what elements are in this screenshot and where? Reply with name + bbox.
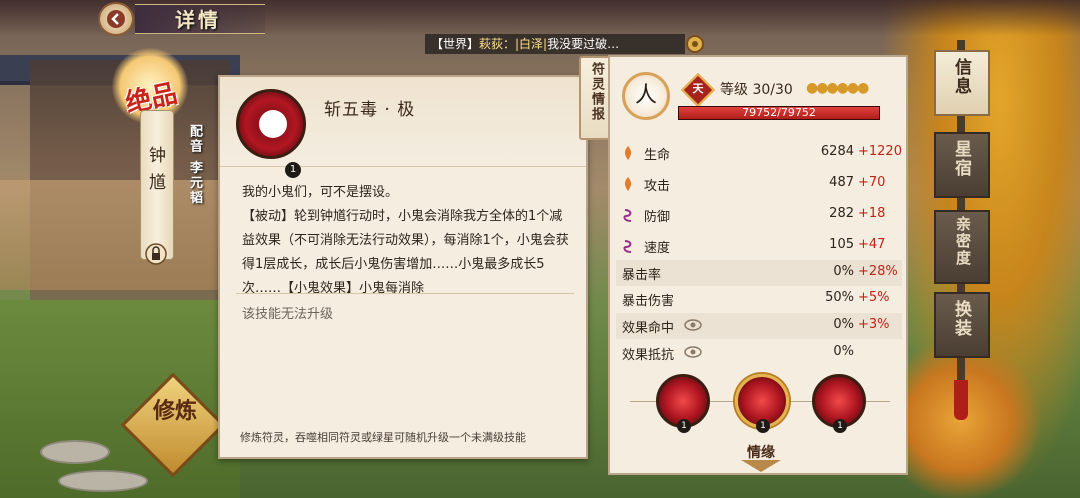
- eye-icon[interactable]: [684, 319, 702, 331]
- eye-icon[interactable]: [684, 346, 702, 358]
- flame-icon: [624, 146, 632, 160]
- stat-row-attack: 攻击 487 +70: [616, 171, 902, 197]
- stat-bonus: +70: [858, 175, 886, 190]
- chat-channel: 【世界】: [431, 37, 480, 51]
- skill-level-badge: 1: [285, 162, 301, 178]
- skill-slot-2[interactable]: 1: [735, 374, 789, 433]
- stat-label: 效果命中: [622, 321, 675, 336]
- stat-row-crit-rate: 暴击率 0% +28%: [616, 260, 902, 286]
- voice-actor: 配音 李元韬: [187, 124, 202, 206]
- hp-text: 79752/79752: [742, 106, 816, 119]
- page-title: 详情: [175, 8, 221, 32]
- stat-label: 防御: [644, 210, 671, 225]
- stat-value: 487: [829, 175, 854, 190]
- back-button[interactable]: [98, 2, 134, 36]
- stepping-stone: [40, 440, 110, 464]
- stat-row-hp: 生命 6284 +1220: [616, 140, 902, 166]
- stat-bonus: +3%: [858, 317, 890, 332]
- stat-bonus: +5%: [858, 290, 890, 305]
- fate-arrow-icon: [741, 460, 781, 472]
- tassel-decoration: [954, 380, 968, 420]
- skill-icon: 1: [236, 89, 306, 178]
- stat-label: 暴击伤害: [622, 294, 675, 309]
- stat-value: 0%: [833, 264, 854, 279]
- skill-name: 斩五毒 · 极: [324, 100, 416, 120]
- world-chat-bar[interactable]: 【世界】萩荻：|白泽|我没要过破…: [425, 34, 685, 54]
- spiral-icon: [623, 240, 632, 253]
- skill-description: 我的小鬼们，可不是摆设。 【被动】轮到钟馗行动时，小鬼会消除我方全体的1个减益效…: [242, 185, 569, 293]
- level-text: 等级 30/30: [720, 82, 793, 98]
- stat-row-crit-damage: 暴击伤害 50% +5%: [616, 286, 902, 312]
- flame-icon: [624, 177, 632, 191]
- divider: [236, 293, 574, 294]
- stat-bonus: +18: [858, 206, 886, 221]
- skill-upgrade-note: 该技能无法升级: [242, 307, 334, 322]
- character-name: 钟馗: [145, 146, 165, 200]
- chat-message: 我没要过破…: [547, 37, 620, 51]
- skill-slot-1[interactable]: 1: [656, 374, 710, 433]
- side-tab-constellation[interactable]: 星宿: [934, 132, 990, 198]
- skill-slot-3[interactable]: 1: [812, 374, 866, 433]
- stat-value: 6284: [820, 144, 854, 159]
- cultivate-label[interactable]: 修炼: [140, 396, 210, 426]
- cultivate-hint: 修炼符灵，吞噬相同符灵或绿星可随机升级一个未满级技能: [240, 431, 526, 444]
- spiral-icon: [623, 209, 632, 222]
- gear-icon[interactable]: [684, 33, 706, 55]
- stat-label: 攻击: [644, 179, 671, 194]
- stat-label: 效果抵抗: [622, 348, 675, 363]
- stat-row-speed: 速度 105 +47: [616, 233, 902, 259]
- stat-label: 速度: [644, 241, 671, 256]
- stat-value: 0%: [833, 344, 854, 359]
- side-tab-info[interactable]: 信息: [934, 50, 990, 116]
- stat-value: 0%: [833, 317, 854, 332]
- skill-slot-level: 1: [677, 419, 691, 433]
- side-tab-label: 换装: [951, 300, 971, 338]
- star-rating: ●●●●●●: [806, 80, 869, 96]
- stat-bonus: +28%: [858, 264, 898, 279]
- ghost-face-icon: [259, 110, 287, 138]
- hp-bar: 79752/79752: [678, 106, 880, 120]
- side-tab-label: 信息: [951, 58, 971, 96]
- stat-row-effect-resist: 效果抵抗 0%: [616, 340, 902, 366]
- lock-icon[interactable]: [145, 243, 167, 265]
- stat-bonus: +1220: [858, 144, 902, 159]
- stat-row-effect-hit: 效果命中 0% +3%: [616, 313, 902, 339]
- side-tab-label: 星宿: [951, 140, 971, 178]
- skill-panel: 1 斩五毒 · 极 我的小鬼们，可不是摆设。 【被动】轮到钟馗行动时，小鬼会消除…: [218, 75, 588, 459]
- spirit-info-tab-label[interactable]: 符灵情报: [586, 62, 606, 122]
- stat-row-defense: 防御 282 +18: [616, 202, 902, 228]
- stat-value: 105: [829, 237, 854, 252]
- skill-slot-level: 1: [756, 419, 770, 433]
- stat-label: 生命: [644, 148, 671, 163]
- side-tab-label: 亲密度: [954, 216, 972, 267]
- stat-bonus: +47: [858, 237, 886, 252]
- side-tab-outfit[interactable]: 换装: [934, 292, 990, 358]
- chat-sender: 萩荻：|白泽|: [479, 37, 548, 51]
- side-tab-intimacy[interactable]: 亲密度: [934, 210, 990, 284]
- back-arrow-icon: [107, 10, 125, 28]
- stat-value: 50%: [825, 290, 854, 305]
- skill-slot-level: 1: [833, 419, 847, 433]
- stat-value: 282: [829, 206, 854, 221]
- grade-label: 天: [692, 82, 704, 95]
- stepping-stone: [58, 470, 148, 492]
- stat-label: 暴击率: [622, 268, 662, 283]
- class-badge: 人: [622, 72, 670, 120]
